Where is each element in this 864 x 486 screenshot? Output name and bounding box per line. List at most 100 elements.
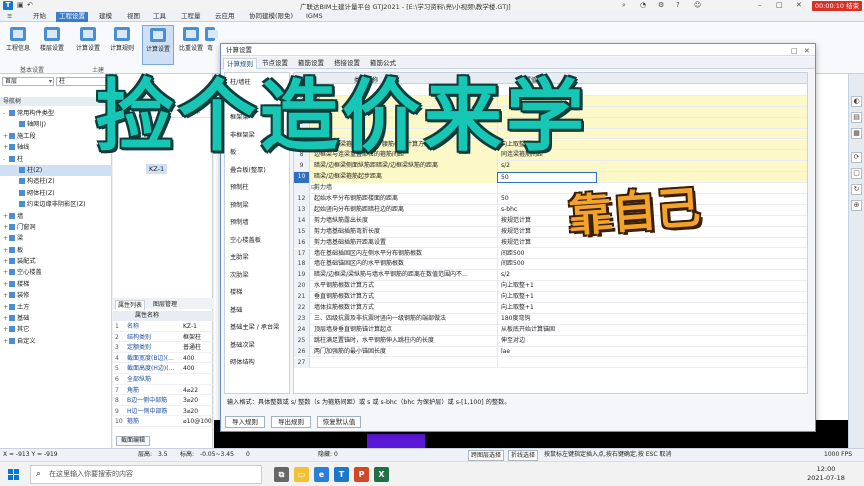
restore-defaults-button[interactable]: 恢复默认值 — [317, 416, 361, 428]
tab-property-list[interactable]: 属性列表 — [115, 300, 146, 310]
grid-row[interactable]: 20 水平钢筋根数计算方式 向上取整+1 — [294, 281, 807, 293]
nav-tree-item[interactable]: + 楼梯 — [0, 279, 112, 290]
nav-tree-item[interactable]: + 板 — [0, 245, 112, 256]
grid-row[interactable]: 17 墙在基础插固区内左侧水平分布钢筋根数 间距500 — [294, 248, 807, 260]
nav-tree-item[interactable]: + 其它 — [0, 324, 112, 335]
setting-value[interactable]: 向上取整+1 — [497, 292, 597, 303]
tab-start[interactable]: 开始 — [30, 12, 49, 22]
nav-tree-item[interactable]: 约束边缘非阴影区(Z) — [0, 199, 112, 210]
tab-igms[interactable]: IGMS — [303, 12, 326, 22]
nav-tree-item[interactable]: + 土方 — [0, 302, 112, 313]
setting-value[interactable]: 间距500 — [497, 248, 597, 260]
windows-start-icon[interactable] — [8, 469, 19, 480]
grid-row[interactable]: 12 起始水平分布钢筋距楼面的距离 50 — [294, 194, 807, 205]
setting-value[interactable]: 向上取整+1 — [497, 303, 597, 314]
component-type-item[interactable]: 基础主梁 / 承台梁 — [230, 322, 279, 331]
browser-icon[interactable]: e — [314, 467, 329, 482]
taskbar-clock[interactable]: 12:00 2021-07-18 — [796, 465, 856, 483]
grid-row[interactable]: 21 垂直钢筋根数计算方式 向上取整+1 — [294, 292, 807, 303]
setting-value[interactable]: 向上取整+1 — [497, 281, 597, 293]
component-type-item[interactable]: 楼梯 — [230, 287, 242, 296]
property-row[interactable]: 9 H边一侧中部筋 3⌀20 — [113, 407, 213, 417]
polyline-select-button[interactable]: 折线选择 — [508, 450, 539, 461]
user-icon[interactable]: ☺ — [694, 1, 701, 9]
view-cube-icon[interactable]: ◐ — [851, 96, 862, 107]
property-row[interactable]: 4 截面宽度(B边)(... 400 — [113, 354, 213, 364]
bell-icon[interactable]: ◔ — [640, 1, 646, 9]
grid-row[interactable]: 18 墙在基础锚固区内的水平钢筋根数 间距500 — [294, 259, 807, 271]
recording-badge[interactable]: 00:00:10 结束 — [812, 1, 862, 11]
export-rules-button[interactable]: 导出规则 — [271, 416, 311, 428]
setting-value[interactable]: 从板底开始计算锚固 — [497, 324, 597, 336]
grid-row[interactable]: 27 — [294, 357, 807, 369]
property-row[interactable]: 3 定额类别 普通柱 — [113, 343, 213, 353]
minimize-icon[interactable]: – — [758, 1, 762, 9]
nav-tree-item[interactable]: 构造柱(Z) — [0, 176, 112, 187]
nav-tree-item[interactable]: + 墙 — [0, 211, 112, 222]
component-type-item[interactable]: 基础 — [230, 305, 242, 314]
grid-row[interactable]: 26 两门加强筋的最小锚固长度 lae — [294, 346, 807, 358]
floor-settings-button[interactable]: 楼层设置 — [36, 25, 68, 65]
property-row[interactable]: 10 箍筋 ⌀10@100 — [113, 417, 213, 427]
grid-row[interactable]: 24 顶层墙身垂直钢筋锚计算起点 从板底开始计算锚固 — [294, 324, 807, 336]
nav-tree-item[interactable]: + 空心楼盖 — [0, 267, 112, 278]
component-type-item[interactable]: 预制梁 — [230, 200, 249, 209]
help-icon[interactable]: ? — [676, 1, 680, 9]
grid-row[interactable]: 22 墙体拉筋根数计算方式 向上取整+1 — [294, 303, 807, 314]
nav-tree-item[interactable]: 柱(Z) — [0, 164, 112, 177]
floor-combo[interactable]: 首层 — [2, 77, 54, 86]
grid-row[interactable]: ⊟ 剪力墙 — [294, 183, 807, 194]
tab-modeling[interactable]: 建模 — [96, 12, 115, 22]
component-type-item[interactable]: 预制柱 — [230, 182, 249, 191]
setting-value[interactable] — [497, 357, 597, 369]
maximize-icon[interactable]: □ — [776, 1, 783, 9]
tab-tools[interactable]: 工具 — [150, 12, 169, 22]
tab-project-settings[interactable]: 工程设置 — [56, 12, 88, 22]
component-type-item[interactable]: 砌体结构 — [230, 357, 255, 366]
nav-tree-item[interactable]: + 自定义 — [0, 336, 112, 347]
rotate-icon[interactable]: ⟳ — [851, 152, 862, 163]
tab-quantities[interactable]: 工程量 — [178, 12, 204, 22]
gtj-app-icon[interactable]: T — [334, 467, 349, 482]
settings-icon[interactable]: ⚙ — [658, 1, 664, 9]
property-row[interactable]: 2 结构类别 框架柱 — [113, 333, 213, 343]
setting-value[interactable]: s/2 — [497, 270, 597, 282]
tab-view[interactable]: 视图 — [124, 12, 143, 22]
close-icon[interactable]: ✕ — [796, 1, 802, 9]
grid-row[interactable]: 23 三、四级抗震及非抗震时竖向一级钢筋的端部做法 180度弯钩 — [294, 313, 807, 325]
grid-row[interactable]: 16 剪力墙基础插筋开距离设置 按规范计算 — [294, 237, 807, 249]
undo-icon[interactable]: ↶ — [27, 1, 33, 9]
setting-value[interactable]: 180度弯钩 — [497, 313, 597, 325]
nav-tree-item[interactable]: + 梁 — [0, 233, 112, 244]
nav-tree-item[interactable]: + 装修 — [0, 290, 112, 301]
save-icon[interactable]: ▣ — [17, 1, 24, 9]
task-view-icon[interactable]: ⧉ — [274, 467, 289, 482]
tab-file-icon[interactable]: ≡ — [4, 12, 15, 22]
tab-layer-manager[interactable]: 图层管理 — [151, 300, 179, 309]
file-explorer-icon[interactable]: ▭ — [294, 467, 309, 482]
zoom-icon[interactable]: ⊕ — [851, 200, 862, 211]
property-row[interactable]: 7 角筋 4⌀22 — [113, 386, 213, 396]
property-row[interactable]: 6 全部纵筋 — [113, 375, 213, 385]
component-type-item[interactable]: 基础次梁 — [230, 340, 255, 349]
property-row[interactable]: 8 B边一侧中部筋 3⌀20 — [113, 396, 213, 406]
grid-row[interactable]: 14 剪力墙纵筋露出长度 按规范计算 — [294, 215, 807, 227]
nav-tree-item[interactable]: + 基础 — [0, 313, 112, 324]
tab-collab[interactable]: 协同建模(限免) — [246, 12, 296, 22]
project-info-button[interactable]: 工程信息 — [2, 25, 34, 65]
tab-cloud[interactable]: 云应用 — [212, 12, 238, 22]
refresh-icon[interactable]: ↻ — [851, 184, 862, 195]
nav-tree-item[interactable]: 砌体柱(Z) — [0, 188, 112, 199]
section-edit-button[interactable]: 截面编辑 — [116, 436, 151, 446]
grid-row[interactable]: 10 暗梁/边框梁箍筋起步距离 50 — [294, 172, 807, 184]
dialog-maximize-icon[interactable]: □ — [791, 45, 798, 57]
grid-row[interactable]: 19 暗梁/边框梁/梁纵筋与墙水平钢筋的距离在数值范围内不... s/2 — [294, 270, 807, 282]
component-type-item[interactable]: 空心楼盖板 — [230, 235, 261, 244]
grid-row[interactable]: 15 剪力墙基础插筋弯折长度 按规范计算 — [294, 226, 807, 238]
taskbar-search-input[interactable]: 在这里输入你要搜索的内容 — [30, 465, 262, 484]
layer-icon[interactable]: ▤ — [851, 112, 862, 123]
grid-icon[interactable]: ▦ — [851, 128, 862, 139]
grid-row[interactable]: 25 跳柱满足置锚时，水平钢筋伸入跳柱内的长度 伸至对边 — [294, 335, 807, 347]
setting-value[interactable]: lae — [497, 346, 597, 358]
property-row[interactable]: 5 截面高度(H边)(... 400 — [113, 364, 213, 374]
